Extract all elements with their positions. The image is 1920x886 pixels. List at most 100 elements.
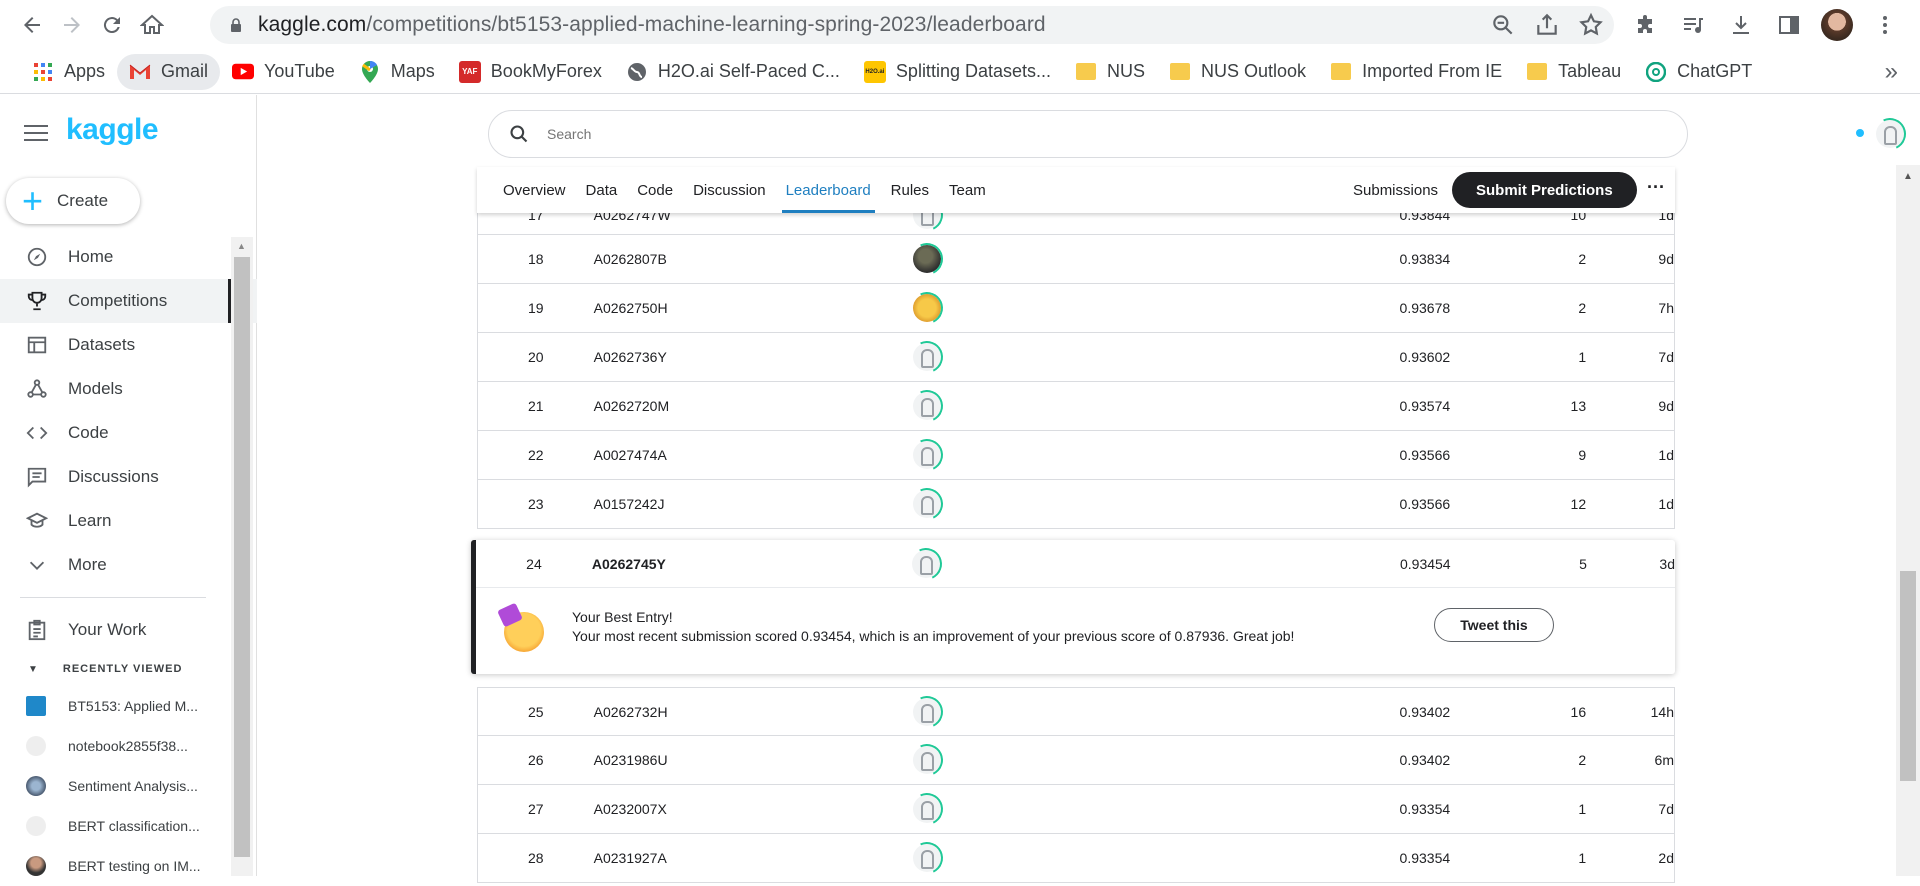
bookmark-nus-outlook[interactable]: NUS Outlook [1157,54,1318,90]
team-avatar[interactable] [912,343,941,371]
page-scroll-thumb[interactable] [1900,571,1916,781]
submit-predictions-button[interactable]: Submit Predictions [1452,172,1637,208]
rank-cell: 20 [528,349,544,365]
clipboard-icon [26,619,48,641]
tab-rules[interactable]: Rules [891,167,929,213]
team-avatar[interactable] [912,245,941,273]
recent-item[interactable]: BERT classification... [0,806,257,846]
sidebar-item-home[interactable]: Home [0,235,257,279]
home-button[interactable] [132,5,172,45]
media-button[interactable] [1676,8,1710,42]
sidebar-item-code[interactable]: Code [0,411,257,455]
sidebar-scroll-thumb[interactable] [234,257,250,857]
bookmark-tableau[interactable]: Tableau [1514,54,1633,90]
arrow-left-icon [24,17,40,33]
bookmyforex-icon: YAF [458,60,481,83]
rank-cell: 18 [528,251,544,267]
bookmark-apps[interactable]: Apps [20,54,117,90]
bookmark-gmail[interactable]: Gmail [117,53,221,90]
recently-viewed-header[interactable]: ▼ RECENTLY VIEWED [0,652,257,686]
trophy-icon [26,290,48,312]
team-avatar[interactable] [912,294,941,322]
table-row[interactable]: 22 A0027474A 0.93566 9 1d [477,431,1675,480]
hamburger-icon[interactable] [24,125,48,143]
reload-button[interactable] [92,5,132,45]
table-row[interactable]: 18 A0262807B 0.93834 2 9d [477,235,1675,284]
sidebar-item-datasets[interactable]: Datasets [0,323,257,367]
user-avatar-icon [26,816,46,836]
tab-code[interactable]: Code [637,167,673,213]
bookmark-nus[interactable]: NUS [1063,54,1157,90]
sidebar-item-competitions[interactable]: Competitions [0,279,257,323]
bookmark-splitting-datasets[interactable]: H2O.ai Splitting Datasets... [852,54,1063,90]
share-icon[interactable] [1534,12,1560,38]
tab-team[interactable]: Team [949,167,986,213]
recent-item[interactable]: BERT testing on IM... [0,846,257,886]
scroll-up-icon[interactable]: ▲ [1903,171,1913,182]
profile-button[interactable] [1820,8,1854,42]
sidebar-item-discussions[interactable]: Discussions [0,455,257,499]
forward-button[interactable] [52,5,92,45]
team-avatar[interactable] [912,490,941,518]
gmail-icon [129,61,151,83]
side-panel-button[interactable] [1772,8,1806,42]
tab-overview[interactable]: Overview [503,167,566,213]
page-scrollbar[interactable]: ▲ [1896,165,1920,876]
table-row[interactable]: 20 A0262736Y 0.93602 1 7d [477,333,1675,382]
tweet-button[interactable]: Tweet this [1434,608,1554,642]
recent-item[interactable]: BT5153: Applied M... [0,686,257,726]
back-button[interactable] [12,5,52,45]
search-bar[interactable] [488,110,1688,158]
team-avatar[interactable] [912,844,941,872]
bookmark-imported-from-ie[interactable]: Imported From IE [1318,54,1514,90]
table-row[interactable]: 23 A0157242J 0.93566 12 1d [477,480,1675,529]
team-avatar[interactable] [912,746,941,774]
bookmark-chatgpt[interactable]: ChatGPT [1633,54,1764,90]
team-avatar[interactable] [911,549,940,578]
my-leaderboard-row[interactable]: 24 A0262745Y 0.93454 5 3d [476,540,1675,588]
bookmark-bookmyforex[interactable]: YAF BookMyForex [447,54,614,90]
h2o-icon: H2O.ai [863,60,886,83]
maps-icon [359,60,381,83]
zoom-icon[interactable] [1490,12,1516,38]
menu-button[interactable] [1868,8,1902,42]
more-options-icon[interactable]: ··· [1647,177,1665,198]
tab-data[interactable]: Data [586,167,618,213]
star-icon[interactable] [1578,12,1604,38]
recent-item[interactable]: Sentiment Analysis... [0,766,257,806]
create-button[interactable]: + Create [6,178,140,224]
sidebar-item-models[interactable]: Models [0,367,257,411]
table-row[interactable]: 25 A0262732H 0.93402 16 14h [477,687,1675,736]
user-avatar[interactable] [1876,120,1904,148]
submissions-link[interactable]: Submissions [1353,182,1438,199]
sidebar-item-learn[interactable]: Learn [0,499,257,543]
tab-leaderboard[interactable]: Leaderboard [781,167,875,213]
bookmark-youtube[interactable]: YouTube [220,54,347,90]
kaggle-sidebar: kaggle + Create Home Competitions Datase… [0,95,257,876]
scroll-up-icon[interactable]: ▲ [237,241,246,251]
table-row[interactable]: 26 A0231986U 0.93402 2 6m [477,736,1675,785]
kaggle-logo[interactable]: kaggle [66,113,159,147]
table-row[interactable]: 21 A0262720M 0.93574 13 9d [477,382,1675,431]
tab-discussion[interactable]: Discussion [693,167,766,213]
table-row[interactable]: 27 A0232007X 0.93354 1 7d [477,785,1675,834]
team-avatar[interactable] [912,392,941,420]
team-avatar[interactable] [912,795,941,823]
search-input[interactable] [547,126,1547,142]
recent-item[interactable]: notebook2855f38... [0,726,257,766]
downloads-button[interactable] [1724,8,1758,42]
bookmark-maps[interactable]: Maps [347,54,447,90]
team-avatar[interactable] [912,697,941,726]
bookmarks-overflow-icon[interactable]: » [1885,58,1898,86]
folder-icon [1169,61,1191,83]
team-avatar[interactable] [912,441,941,469]
table-row[interactable]: 19 A0262750H 0.93678 2 7h [477,284,1675,333]
sidebar-item-more[interactable]: More [0,543,257,587]
extensions-button[interactable] [1628,8,1662,42]
sidebar-scrollbar[interactable]: ▲ [231,237,253,876]
discussion-icon [26,466,48,488]
best-entry-card: 24 A0262745Y 0.93454 5 3d Your Best Entr… [471,540,1675,674]
sidebar-item-your-work[interactable]: Your Work [0,608,257,652]
address-bar[interactable]: kaggle.com/competitions/bt5153-applied-m… [210,6,1614,44]
bookmark-h2o[interactable]: H2O.ai Self-Paced C... [614,54,852,90]
